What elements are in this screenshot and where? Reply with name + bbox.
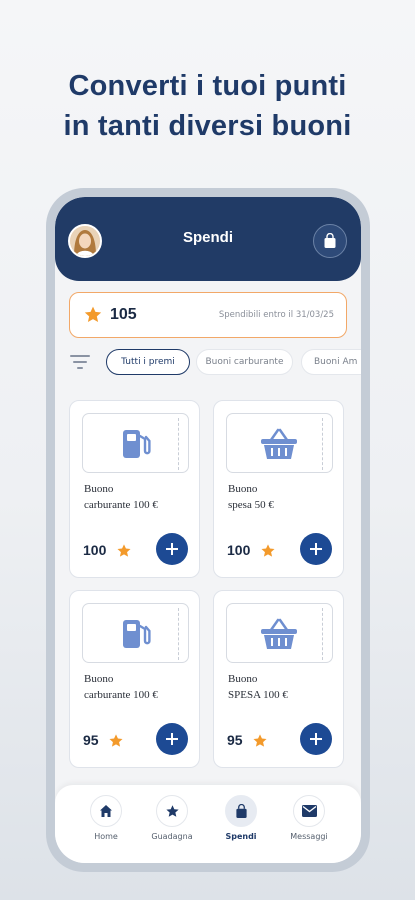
reward-card[interactable]: Buono spesa 50 € 100 xyxy=(213,400,344,578)
star-icon xyxy=(84,306,102,322)
plus-icon xyxy=(310,733,322,745)
filter-chip-all[interactable]: Tutti i premi xyxy=(106,349,190,375)
tab-label: Guadagna xyxy=(151,832,193,841)
headline-line-2: in tanti diversi buoni xyxy=(63,110,352,142)
star-icon xyxy=(109,734,123,747)
points-balance-card: 105 Spendibili entro il 31/03/25 xyxy=(69,292,347,338)
points-value: 105 xyxy=(110,306,137,323)
points-expiry: Spendibili entro il 31/03/25 xyxy=(218,310,334,320)
headline: Converti i tuoi punti in tanti diversi b… xyxy=(0,66,415,146)
add-reward-button[interactable] xyxy=(156,533,188,565)
filter-icon[interactable] xyxy=(70,355,90,369)
filter-row: Tutti i premi Buoni carburante Buoni Am xyxy=(55,347,361,377)
star-icon xyxy=(117,544,131,557)
reward-title: Buono spesa 50 € xyxy=(228,483,274,511)
plus-icon xyxy=(166,733,178,745)
shopping-bag-button[interactable] xyxy=(313,224,347,258)
reward-title: Buono carburante 100 € xyxy=(84,673,158,701)
plus-icon xyxy=(166,543,178,555)
star-icon xyxy=(253,734,267,747)
add-reward-button[interactable] xyxy=(156,723,188,755)
phone-frame: Spendi 105 Spendibili entro il 31/03/25 … xyxy=(46,188,370,872)
reward-image xyxy=(226,603,333,663)
plus-icon xyxy=(310,543,322,555)
tab-label: Messaggi xyxy=(290,832,328,841)
tab-label: Spendi xyxy=(225,832,257,841)
tab-home[interactable]: Home xyxy=(71,795,141,841)
filter-chip-other[interactable]: Buoni Am xyxy=(301,349,361,375)
shopping-bag-icon xyxy=(235,803,247,818)
tab-messaggi[interactable]: Messaggi xyxy=(274,795,344,841)
reward-image xyxy=(82,603,189,663)
star-icon xyxy=(165,804,179,817)
reward-price: 95 xyxy=(227,732,243,748)
reward-card[interactable]: Buono carburante 100 € 100 xyxy=(69,400,200,578)
tab-label: Home xyxy=(94,832,118,841)
shopping-basket-icon xyxy=(261,618,297,649)
reward-price: 100 xyxy=(227,542,251,558)
headline-line-1: Converti i tuoi punti xyxy=(68,70,347,102)
add-reward-button[interactable] xyxy=(300,533,332,565)
mail-icon xyxy=(301,805,317,817)
reward-price: 95 xyxy=(83,732,99,748)
fuel-pump-icon xyxy=(123,620,151,648)
tab-spendi[interactable]: Spendi xyxy=(206,795,276,841)
filter-chip-fuel[interactable]: Buoni carburante xyxy=(196,349,293,375)
phone-screen: Spendi 105 Spendibili entro il 31/03/25 … xyxy=(55,197,361,863)
reward-title: Buono SPESA 100 € xyxy=(228,673,288,701)
fuel-pump-icon xyxy=(123,430,151,458)
star-icon xyxy=(261,544,275,557)
shopping-bag-icon xyxy=(324,233,336,248)
reward-title: Buono carburante 100 € xyxy=(84,483,158,511)
add-reward-button[interactable] xyxy=(300,723,332,755)
reward-price: 100 xyxy=(83,542,107,558)
reward-card[interactable]: Buono carburante 100 € 95 xyxy=(69,590,200,768)
tab-guadagna[interactable]: Guadagna xyxy=(137,795,207,841)
reward-image xyxy=(82,413,189,473)
bottom-nav: Home Guadagna Spendi Messaggi xyxy=(55,785,361,863)
home-icon xyxy=(100,805,112,817)
shopping-basket-icon xyxy=(261,428,297,459)
reward-image xyxy=(226,413,333,473)
reward-card[interactable]: Buono SPESA 100 € 95 xyxy=(213,590,344,768)
app-header: Spendi xyxy=(55,197,361,281)
